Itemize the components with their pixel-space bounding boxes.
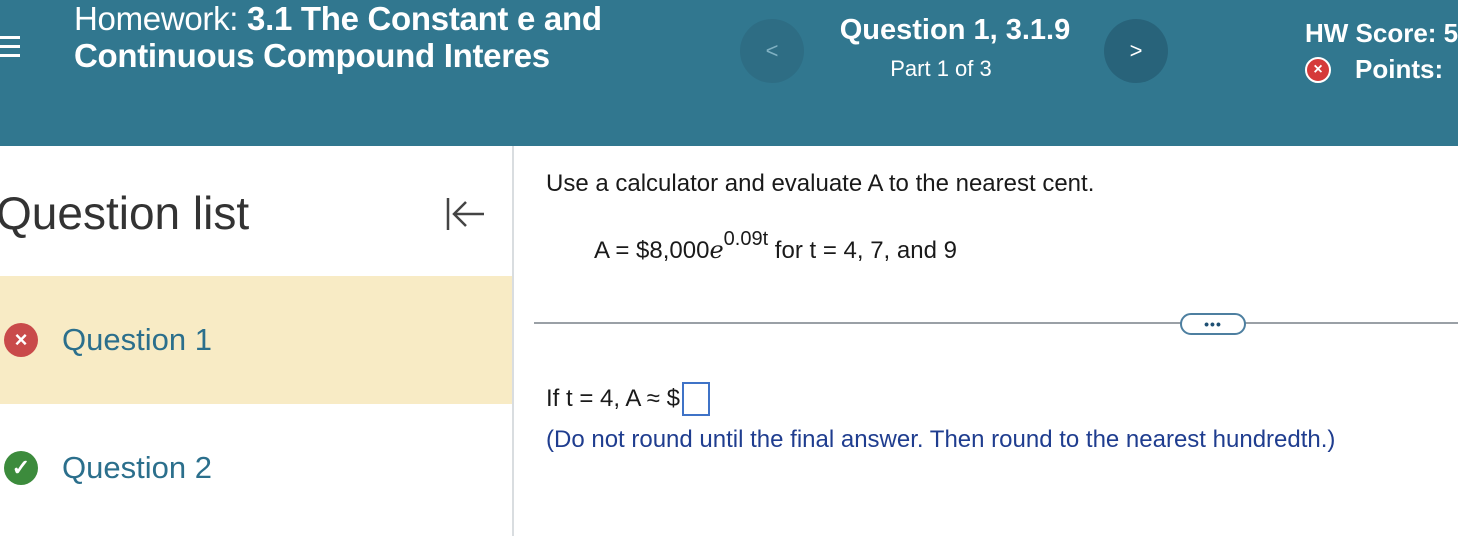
chevron-right-icon: > [1129, 38, 1143, 63]
chevron-left-icon: < [765, 38, 779, 63]
formula-rhs: for t = 4, 7, and 9 [768, 237, 957, 264]
homework-title: Homework: 3.1 The Constant e and Continu… [74, 0, 634, 74]
question-label: Question 2 [62, 450, 212, 485]
next-question-button[interactable]: > [1104, 19, 1168, 83]
question-label: Question 1 [62, 322, 212, 357]
points-row: × Points: [1305, 54, 1443, 85]
question-list-panel: Question list × Question 1 ✓ Question 2 [0, 146, 514, 536]
hw-score: HW Score: 5 [1305, 18, 1458, 48]
more-options-button[interactable]: ••• [1180, 313, 1246, 335]
question-instruction: Use a calculator and evaluate A to the n… [546, 170, 1095, 197]
homework-title-prefix: Homework: [74, 0, 248, 37]
header-bar: Homework: 3.1 The Constant e and Continu… [0, 0, 1458, 146]
divider [534, 322, 1458, 324]
formula: A = $8,000e0.09t for t = 4, 7, and 9 [594, 228, 957, 265]
answer-input[interactable] [681, 382, 710, 416]
answer-row: If t = 4, A ≈ $ [546, 382, 710, 416]
question-part: Part 1 of 3 [890, 56, 992, 81]
rounding-hint: (Do not round until the final answer. Th… [546, 426, 1336, 453]
incorrect-status-icon: × [1305, 56, 1331, 83]
incorrect-icon: × [4, 323, 38, 357]
page: Homework: 3.1 The Constant e and Continu… [0, 0, 1458, 536]
question-list-item-1[interactable]: × Question 1 [0, 276, 512, 404]
collapse-panel-icon[interactable] [440, 194, 490, 234]
formula-e: e [709, 236, 724, 264]
correct-icon: ✓ [4, 451, 38, 485]
question-title: Question 1, 3.1.9 [839, 14, 1071, 46]
answer-prompt: If t = 4, A ≈ $ [546, 385, 680, 412]
question-list-item-2[interactable]: ✓ Question 2 [0, 404, 512, 532]
formula-exponent: 0.09t [723, 228, 769, 250]
question-content: Use a calculator and evaluate A to the n… [514, 146, 1458, 536]
question-list-title: Question list [0, 187, 250, 239]
menu-icon[interactable] [0, 36, 22, 58]
formula-lhs: A = $8,000 [594, 237, 710, 264]
previous-question-button[interactable]: < [740, 19, 804, 83]
points-label: Points: [1355, 54, 1444, 84]
